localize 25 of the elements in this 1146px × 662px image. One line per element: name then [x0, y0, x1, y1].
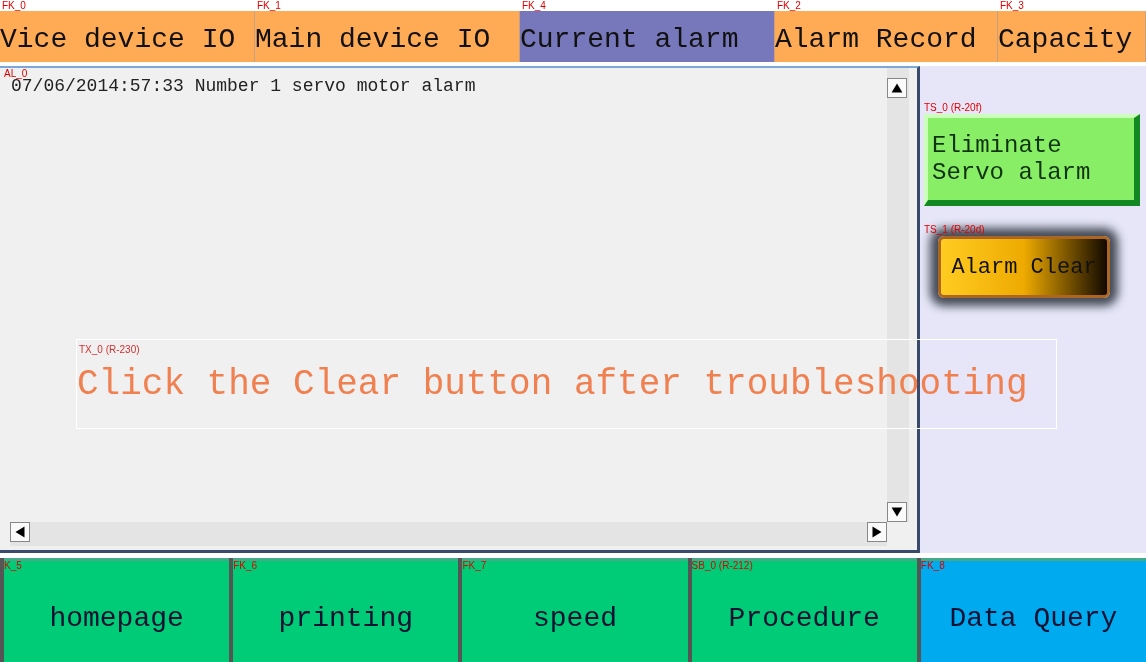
widget-id-label: TS_0 (R-20f)	[924, 102, 982, 113]
tab[interactable]: Vice device IO	[0, 11, 255, 62]
scroll-right-icon[interactable]	[867, 522, 887, 542]
widget-id-label: AL_0	[4, 68, 28, 79]
scroll-left-icon[interactable]	[10, 522, 30, 542]
widget-id-label: FK_1	[257, 0, 281, 11]
scroll-up-icon[interactable]	[887, 78, 907, 98]
alarm-row[interactable]: 07/06/2014:57:33 Number 1 servo motor alarm	[11, 76, 887, 96]
widget-id-label: FK_4	[522, 0, 546, 11]
widget-id-label: FK_0	[2, 0, 26, 11]
tab[interactable]: Current alarm	[520, 11, 775, 62]
widget-id-label: FK_2	[777, 0, 801, 11]
tab[interactable]: Capacity	[998, 11, 1146, 62]
widget-id-label: FK_8	[920, 560, 945, 571]
widget-id-label: FK_7	[462, 560, 487, 571]
widget-id-label: TX_0 (R-230)	[79, 344, 140, 355]
scroll-down-icon[interactable]	[887, 502, 907, 522]
widget-id-label: SB_0 (R-212)	[691, 560, 753, 571]
widget-id-label: TS_1 (R-20d)	[924, 224, 985, 235]
eliminate-button[interactable]: Eliminate Servo alarm	[924, 114, 1140, 206]
widget-id-label: FK_3	[1000, 0, 1024, 11]
tab[interactable]: Main device IO	[255, 11, 520, 62]
widget-id-label: FK_6	[233, 560, 258, 571]
widget-id-label: K_5	[4, 560, 22, 571]
tab[interactable]: Alarm Record	[775, 11, 998, 62]
